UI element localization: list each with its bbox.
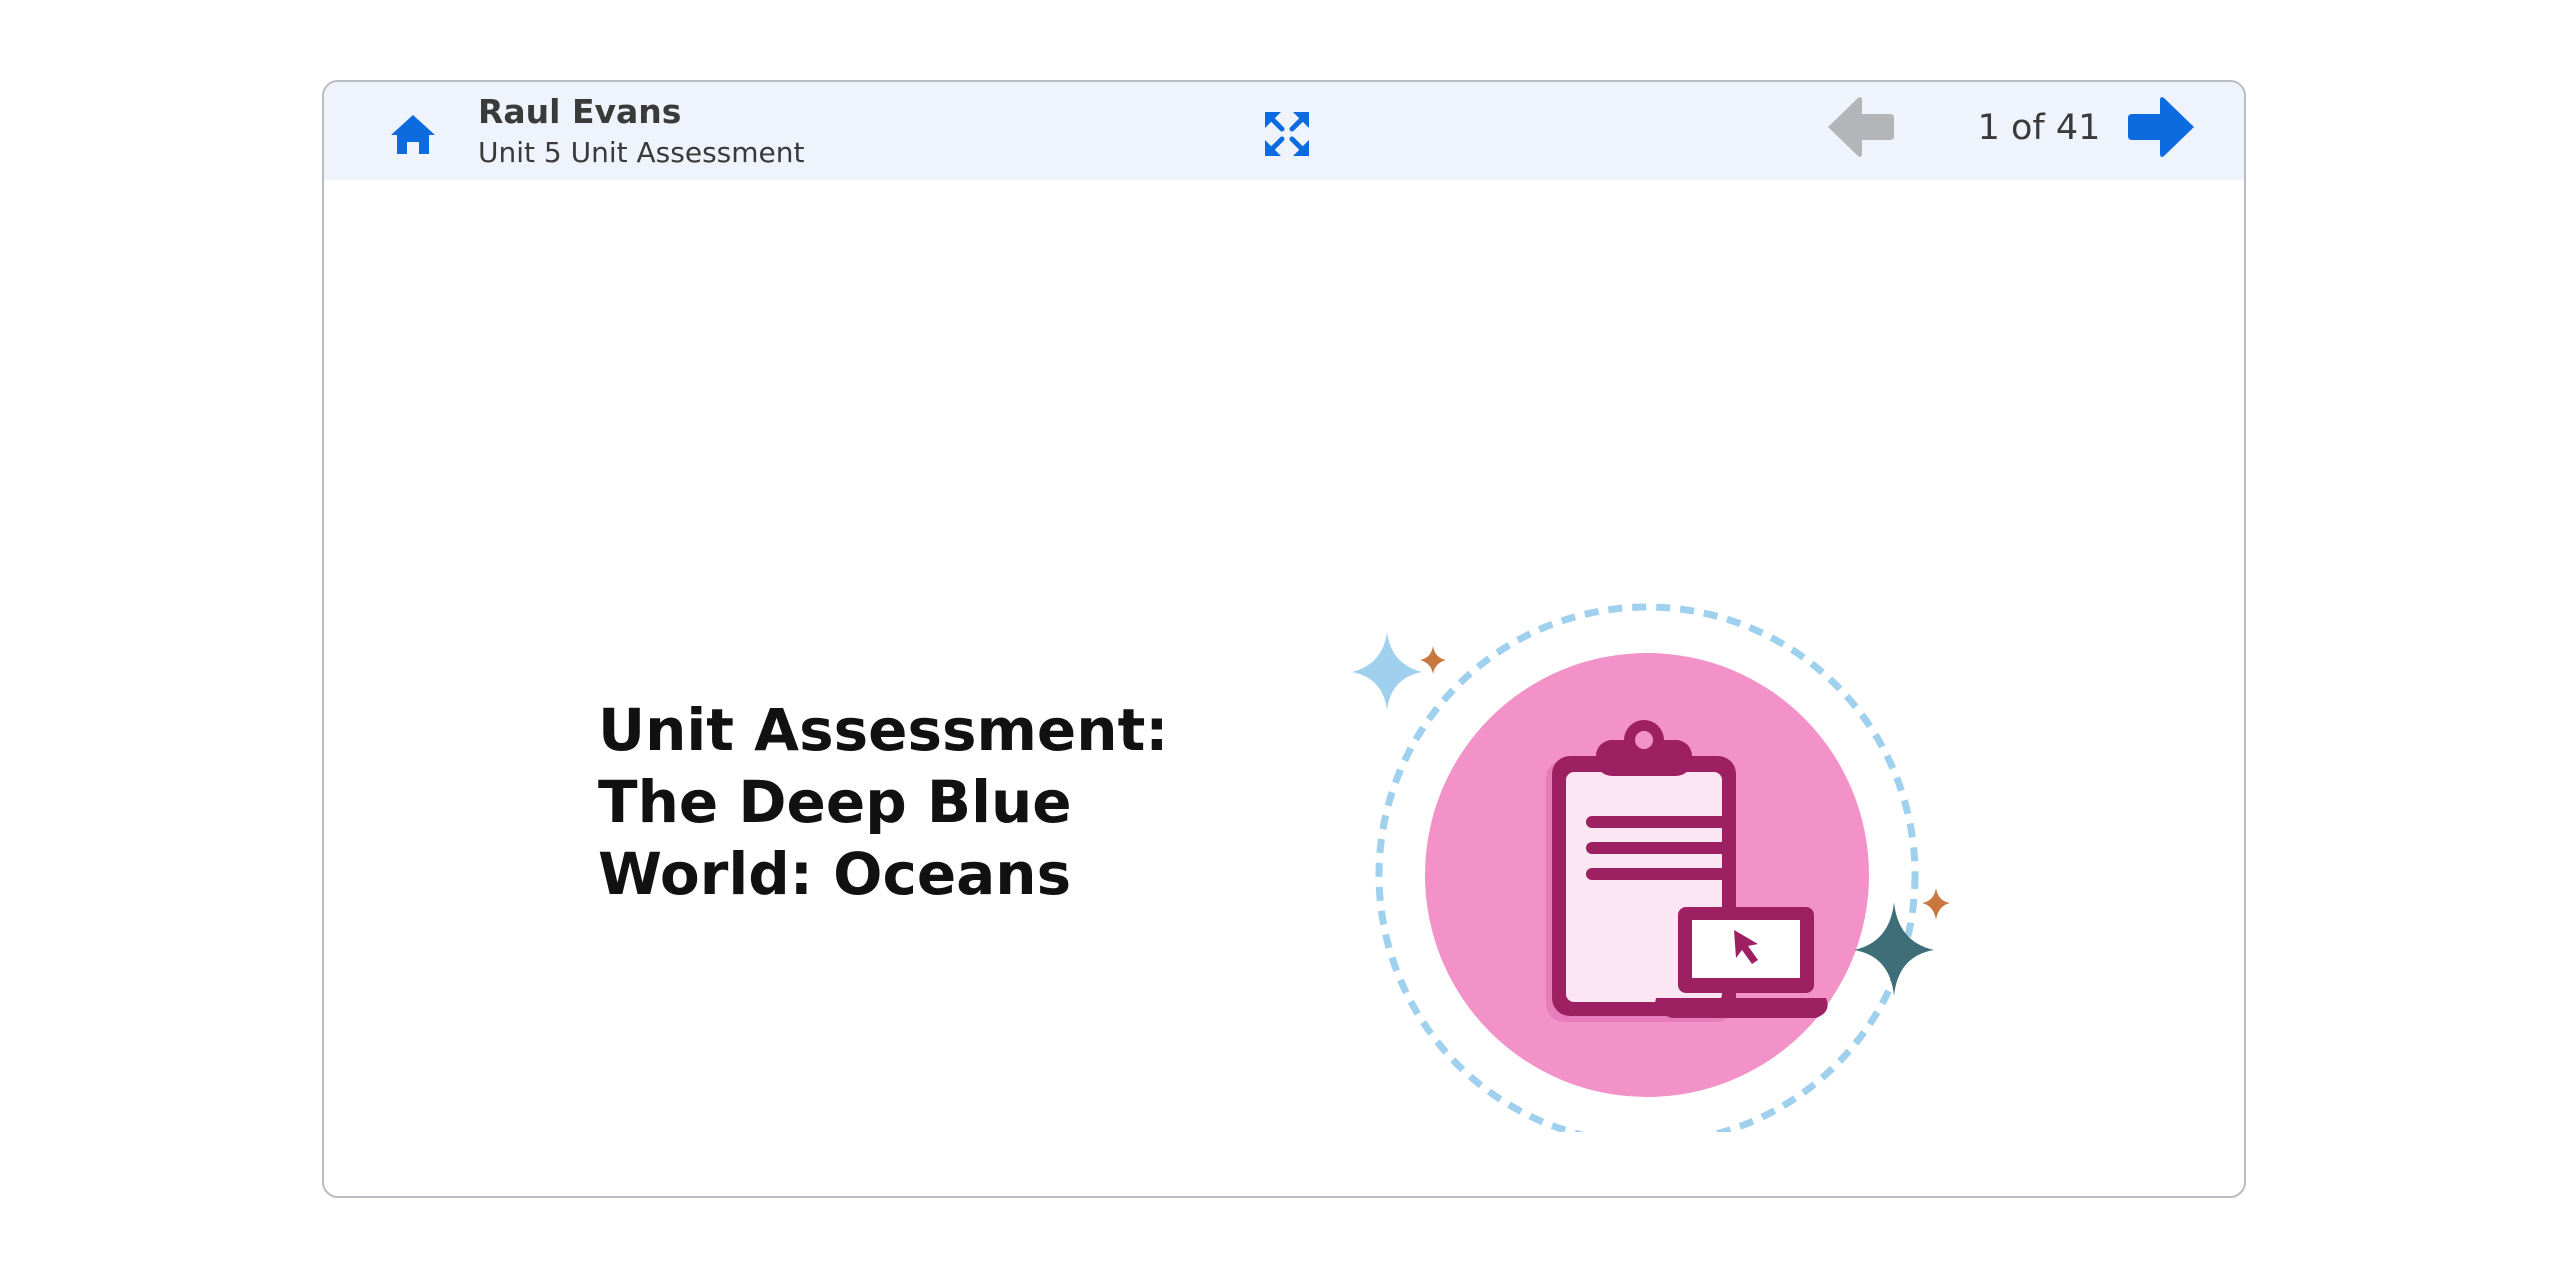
assessment-title: Unit 5 Unit Assessment <box>478 136 805 169</box>
page-indicator: 1 of 41 <box>1977 108 2101 148</box>
assessment-illustration <box>1334 512 1954 1147</box>
arrow-right-icon <box>2128 97 2194 157</box>
top-toolbar: Raul Evans Unit 5 Unit Assessment 1 of 4… <box>324 82 2244 180</box>
home-button[interactable] <box>388 110 438 160</box>
arrow-left-icon <box>1828 97 1894 157</box>
slide-title: Unit Assessment: The Deep Blue World: Oc… <box>598 696 1169 908</box>
home-icon <box>391 115 435 154</box>
clipboard-laptop-icon <box>1352 603 1950 1147</box>
assessment-window: Raul Evans Unit 5 Unit Assessment 1 of 4… <box>322 80 2246 1198</box>
student-name: Raul Evans <box>478 92 682 131</box>
fullscreen-button[interactable] <box>1263 110 1311 158</box>
next-page-button[interactable] <box>2124 92 2198 162</box>
fullscreen-expand-icon <box>1265 112 1309 156</box>
previous-page-button[interactable] <box>1824 92 1898 162</box>
